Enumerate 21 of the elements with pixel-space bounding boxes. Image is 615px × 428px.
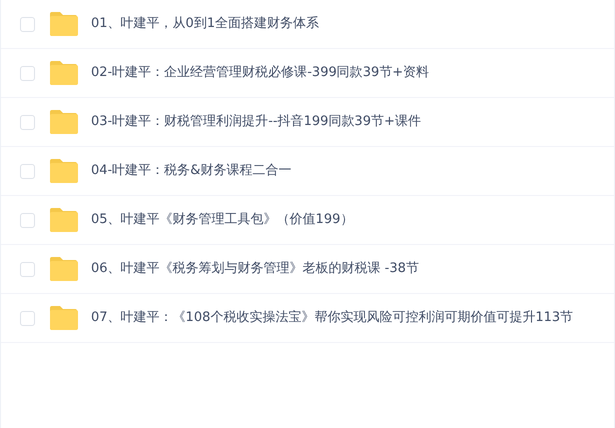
checkbox[interactable] (20, 16, 35, 32)
folder-name[interactable]: 02-叶建平：企业经营管理财税必修课-399同款39节+资料 (91, 63, 430, 83)
checkbox[interactable] (20, 310, 35, 326)
folder-icon (49, 110, 78, 134)
folder-name[interactable]: 03-叶建平：财税管理利润提升--抖音199同款39节+课件 (91, 112, 421, 132)
folder-icon (49, 159, 78, 183)
folder-name[interactable]: 05、叶建平《财务管理工具包》（价值199） (91, 210, 354, 230)
folder-icon (49, 208, 78, 232)
folder-icon (49, 12, 78, 36)
checkbox[interactable] (20, 66, 35, 80)
folder-icon (49, 61, 78, 85)
checkbox[interactable] (20, 212, 35, 228)
folder-icon (49, 257, 78, 281)
folder-icon (49, 306, 78, 330)
folder-name[interactable]: 01、叶建平，从0到1全面搭建财务体系 (91, 14, 320, 34)
folder-name[interactable]: 07、叶建平：《108个税收实操法宝》帮你实现风险可控利润可期价值可提升113节 (91, 308, 574, 328)
checkbox[interactable] (20, 114, 35, 130)
folder-name[interactable]: 04-叶建平：税务&财务课程二合一 (91, 161, 292, 181)
checkbox[interactable] (20, 262, 35, 276)
folder-name[interactable]: 06、叶建平《税务筹划与财务管理》老板的财税课 -38节 (91, 259, 419, 279)
checkbox[interactable] (20, 164, 35, 178)
